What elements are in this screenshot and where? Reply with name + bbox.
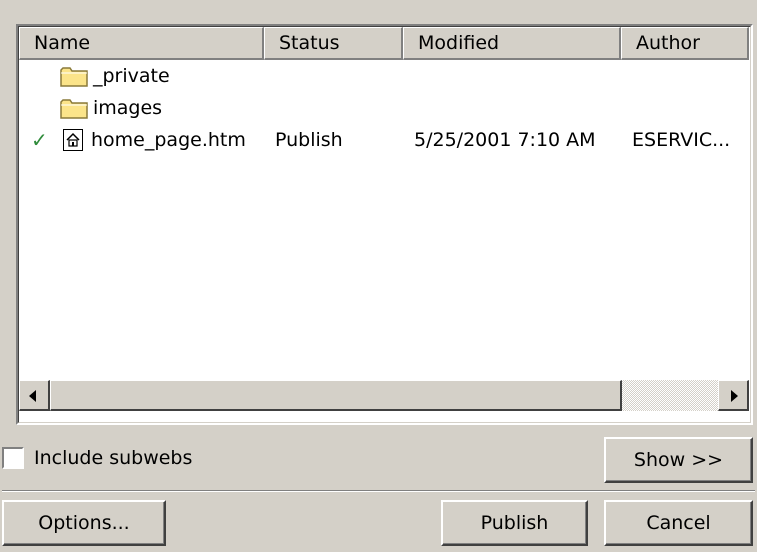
arrow-right-icon xyxy=(731,390,738,402)
scroll-left-button[interactable] xyxy=(19,380,50,411)
file-author: ESERVIC... xyxy=(632,129,731,151)
file-modified: 5/25/2001 7:10 AM xyxy=(414,129,596,151)
show-button[interactable]: Show >> xyxy=(604,437,753,483)
file-row[interactable]: _private xyxy=(19,60,749,92)
folder-icon xyxy=(60,99,88,119)
folder-icon xyxy=(60,67,88,87)
horizontal-scrollbar[interactable] xyxy=(19,380,749,411)
file-name: _private xyxy=(93,65,170,87)
checkmark-icon: ✓ xyxy=(31,128,48,152)
publish-button[interactable]: Publish xyxy=(441,500,588,546)
scroll-thumb[interactable] xyxy=(50,380,622,411)
options-button[interactable]: Options... xyxy=(2,500,166,546)
arrow-left-icon xyxy=(29,390,36,402)
include-subwebs-label: Include subwebs xyxy=(34,447,193,469)
column-header-modified[interactable]: Modified xyxy=(403,27,621,60)
file-list-view[interactable]: Name Status Modified Author _private ima xyxy=(16,24,753,425)
file-status: Publish xyxy=(275,129,343,151)
file-list-inner: Name Status Modified Author _private ima xyxy=(18,26,751,423)
file-name: images xyxy=(93,97,163,119)
column-header-status[interactable]: Status xyxy=(264,27,403,60)
scroll-track[interactable] xyxy=(622,380,718,411)
file-rows: _private images ✓ home_page.htm Publish … xyxy=(19,60,749,380)
file-row[interactable]: ✓ home_page.htm Publish 5/25/2001 7:10 A… xyxy=(19,124,749,156)
column-header-name[interactable]: Name xyxy=(19,27,264,60)
cancel-button[interactable]: Cancel xyxy=(604,500,753,546)
scroll-right-button[interactable] xyxy=(718,380,749,411)
home-page-icon xyxy=(63,129,83,151)
column-header-author[interactable]: Author xyxy=(621,27,749,60)
file-name: home_page.htm xyxy=(91,129,246,151)
file-row[interactable]: images xyxy=(19,92,749,124)
column-headers: Name Status Modified Author xyxy=(19,27,749,60)
separator xyxy=(2,490,755,492)
include-subwebs-checkbox[interactable] xyxy=(2,447,24,469)
